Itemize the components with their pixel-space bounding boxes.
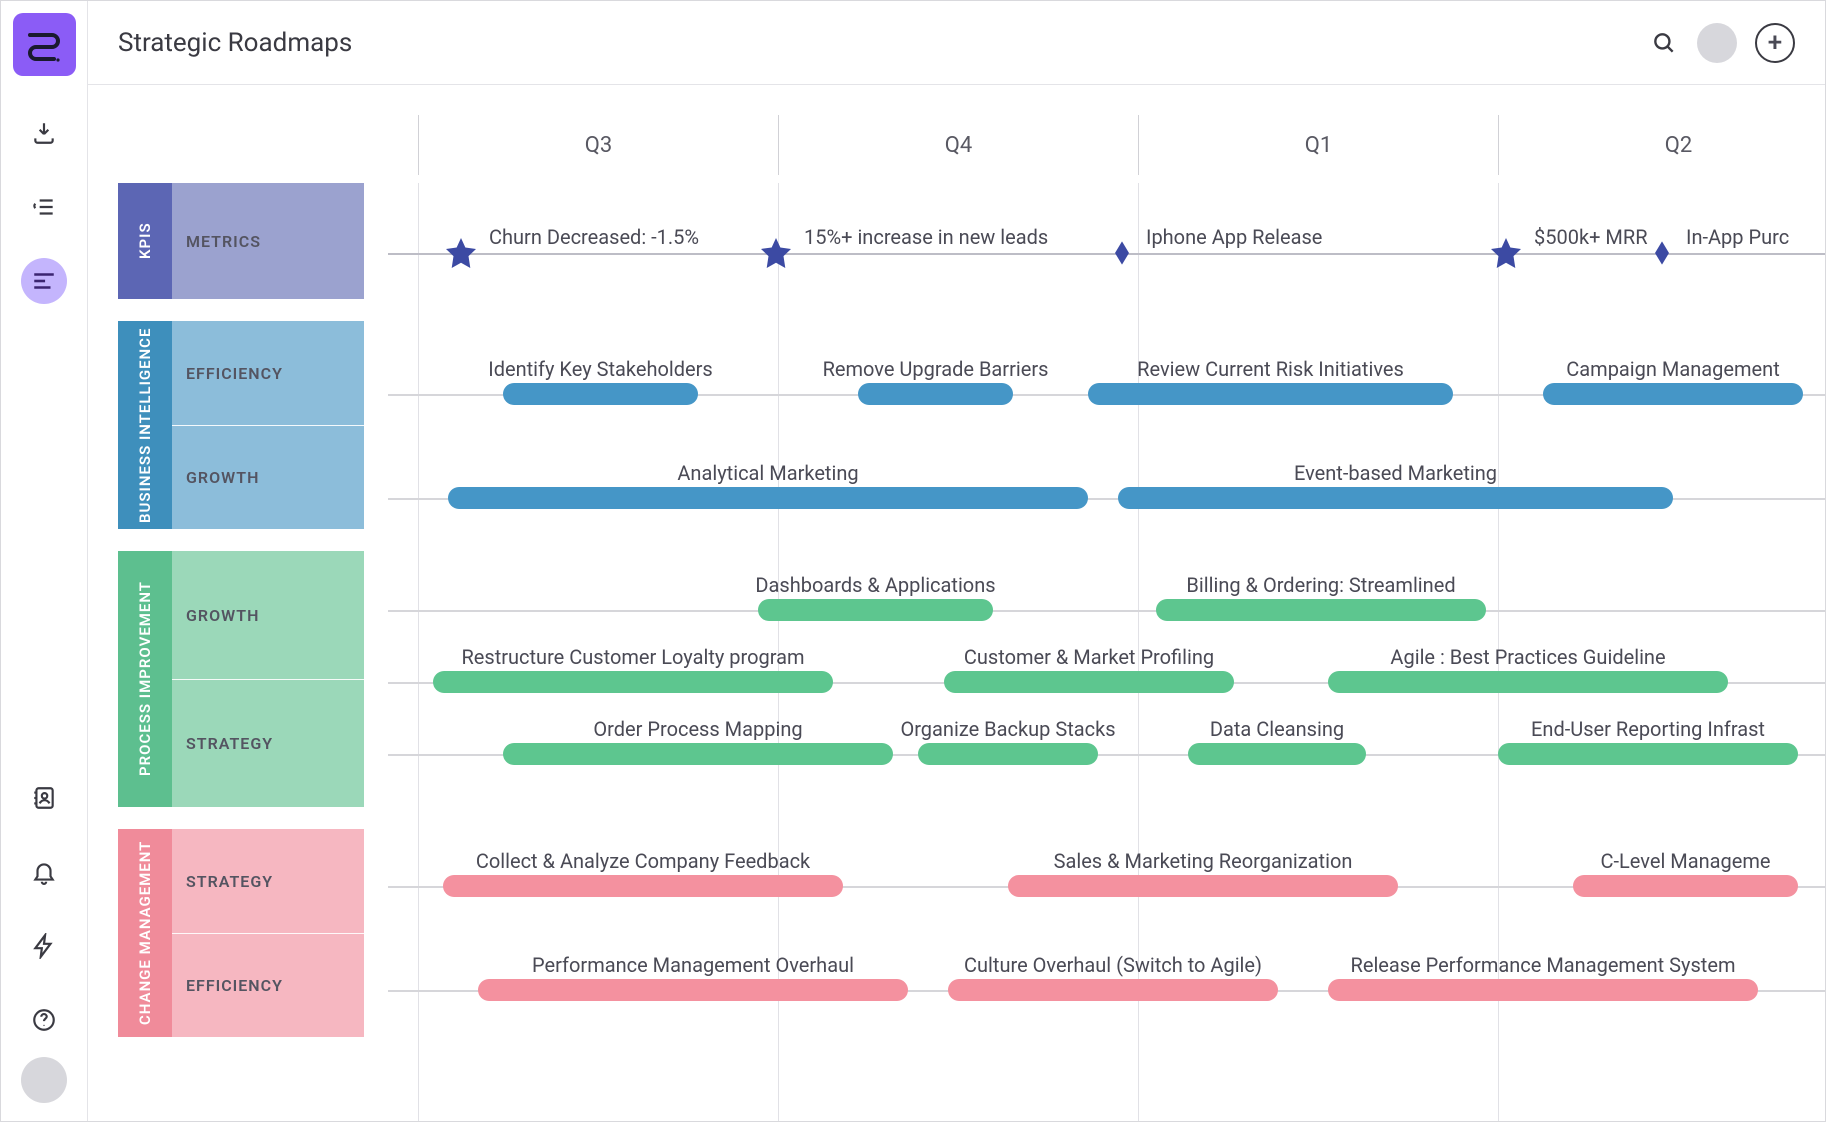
timeline-col: Q4 bbox=[778, 115, 1138, 175]
roadmap-bar-label: Restructure Customer Loyalty program bbox=[461, 645, 804, 669]
roadmap-bar[interactable] bbox=[503, 743, 893, 765]
bell-icon[interactable] bbox=[21, 849, 67, 895]
lane-label: EFFICIENCY bbox=[172, 321, 364, 425]
app-logo[interactable] bbox=[13, 13, 76, 76]
star-icon bbox=[443, 235, 479, 275]
lane-label: GROWTH bbox=[172, 551, 364, 679]
list-icon[interactable] bbox=[21, 184, 67, 230]
roadmap-bar[interactable] bbox=[1328, 979, 1758, 1001]
roadmap-bar[interactable] bbox=[1088, 383, 1453, 405]
roadmap-icon[interactable] bbox=[21, 258, 67, 304]
category-label: KPIS bbox=[118, 183, 172, 299]
bolt-icon[interactable] bbox=[21, 923, 67, 969]
roadmap-bar-label: Customer & Market Profiling bbox=[964, 645, 1214, 669]
roadmap-bar[interactable] bbox=[433, 671, 833, 693]
roadmap-bar[interactable] bbox=[858, 383, 1013, 405]
roadmap-bar[interactable] bbox=[948, 979, 1278, 1001]
roadmap-bar[interactable] bbox=[944, 671, 1234, 693]
category-label: CHANGE MANAGEMENT bbox=[118, 829, 172, 1037]
roadmap-bar-label: Remove Upgrade Barriers bbox=[823, 357, 1049, 381]
milestone-label: Iphone App Release bbox=[1146, 225, 1322, 249]
roadmap-bar[interactable] bbox=[1156, 599, 1486, 621]
roadmap-bar-label: Collect & Analyze Company Feedback bbox=[476, 849, 810, 873]
roadmap-bar[interactable] bbox=[1328, 671, 1728, 693]
milestone-label: Churn Decreased: -1.5% bbox=[489, 225, 699, 249]
roadmap-bar[interactable] bbox=[1543, 383, 1803, 405]
roadmap-bar-label: Sales & Marketing Reorganization bbox=[1054, 849, 1353, 873]
header-bar: Strategic Roadmaps + bbox=[88, 1, 1825, 85]
roadmap-bar-label: C-Level Manageme bbox=[1600, 849, 1770, 873]
roadmap-bar-label: Identify Key Stakeholders bbox=[488, 357, 712, 381]
timeline-col: Q2 bbox=[1498, 115, 1825, 175]
lane-label: STRATEGY bbox=[172, 829, 364, 933]
contacts-icon[interactable] bbox=[21, 775, 67, 821]
roadmap-bar[interactable] bbox=[1008, 875, 1398, 897]
lane-label: METRICS bbox=[172, 183, 364, 299]
milestone[interactable]: $500k+ MRR bbox=[1488, 235, 1648, 275]
roadmap-bar[interactable] bbox=[1188, 743, 1366, 765]
timeline-col: Q1 bbox=[1138, 115, 1498, 175]
roadmap-bar[interactable] bbox=[1498, 743, 1798, 765]
roadmap-bar-label: End-User Reporting Infrast bbox=[1531, 717, 1765, 741]
roadmap-bar-label: Performance Management Overhaul bbox=[532, 953, 854, 977]
import-icon[interactable] bbox=[21, 110, 67, 156]
diamond-icon bbox=[1648, 235, 1676, 275]
roadmap-bar-label: Review Current Risk Initiatives bbox=[1137, 357, 1404, 381]
roadmap-bar[interactable] bbox=[758, 599, 993, 621]
milestone[interactable]: 15%+ increase in new leads bbox=[758, 235, 1048, 275]
category-label: PROCESS IMPROVEMENT bbox=[118, 551, 172, 807]
roadmap-bar-label: Culture Overhaul (Switch to Agile) bbox=[964, 953, 1262, 977]
add-button[interactable]: + bbox=[1755, 23, 1795, 63]
roadmap-bar-label: Dashboards & Applications bbox=[755, 573, 995, 597]
left-sidebar bbox=[1, 1, 88, 1121]
timeline-col: Q3 bbox=[418, 115, 778, 175]
help-icon[interactable] bbox=[21, 997, 67, 1043]
roadmap-bar[interactable] bbox=[1118, 487, 1673, 509]
star-icon bbox=[758, 235, 794, 275]
timeline-headers: Q3 Q4 Q1 Q2 bbox=[418, 115, 1825, 175]
user-avatar[interactable] bbox=[1697, 23, 1737, 63]
roadmap-bar-label: Order Process Mapping bbox=[593, 717, 802, 741]
page-title: Strategic Roadmaps bbox=[118, 28, 352, 58]
roadmap-bar-label: Agile : Best Practices Guideline bbox=[1390, 645, 1665, 669]
milestone[interactable]: Iphone App Release bbox=[1108, 235, 1322, 275]
lane-area: Churn Decreased: -1.5% 15%+ increase in n… bbox=[388, 183, 1825, 1121]
roadmap-bar-label: Release Performance Management System bbox=[1351, 953, 1736, 977]
sidebar-avatar[interactable] bbox=[21, 1057, 67, 1103]
milestone[interactable]: In-App Purc bbox=[1648, 235, 1789, 275]
roadmap-bar[interactable] bbox=[448, 487, 1088, 509]
diamond-icon bbox=[1108, 235, 1136, 275]
roadmap-bar-label: Analytical Marketing bbox=[677, 461, 858, 485]
milestone-label: 15%+ increase in new leads bbox=[804, 225, 1048, 249]
category-label: BUSINESS INTELLIGENCE bbox=[118, 321, 172, 529]
roadmap-bar[interactable] bbox=[478, 979, 908, 1001]
milestone-label: In-App Purc bbox=[1686, 225, 1789, 249]
roadmap-bar[interactable] bbox=[1573, 875, 1798, 897]
roadmap-bar-label: Organize Backup Stacks bbox=[900, 717, 1115, 741]
roadmap-bar[interactable] bbox=[503, 383, 698, 405]
star-icon bbox=[1488, 235, 1524, 275]
milestone[interactable]: Churn Decreased: -1.5% bbox=[443, 235, 699, 275]
lane-label: EFFICIENCY bbox=[172, 933, 364, 1037]
roadmap-bar[interactable] bbox=[918, 743, 1098, 765]
roadmap-canvas: Q3 Q4 Q1 Q2 KPIS METRICS BUSINESS INTELL… bbox=[88, 85, 1825, 1121]
milestone-label: $500k+ MRR bbox=[1534, 225, 1648, 249]
roadmap-bar-label: Data Cleansing bbox=[1210, 717, 1344, 741]
roadmap-bar-label: Billing & Ordering: Streamlined bbox=[1186, 573, 1455, 597]
roadmap-bar[interactable] bbox=[443, 875, 843, 897]
roadmap-bar-label: Event-based Marketing bbox=[1294, 461, 1497, 485]
lane-label: GROWTH bbox=[172, 425, 364, 529]
lane-label: STRATEGY bbox=[172, 679, 364, 807]
roadmap-bar-label: Campaign Management bbox=[1566, 357, 1779, 381]
search-icon[interactable] bbox=[1649, 28, 1679, 58]
